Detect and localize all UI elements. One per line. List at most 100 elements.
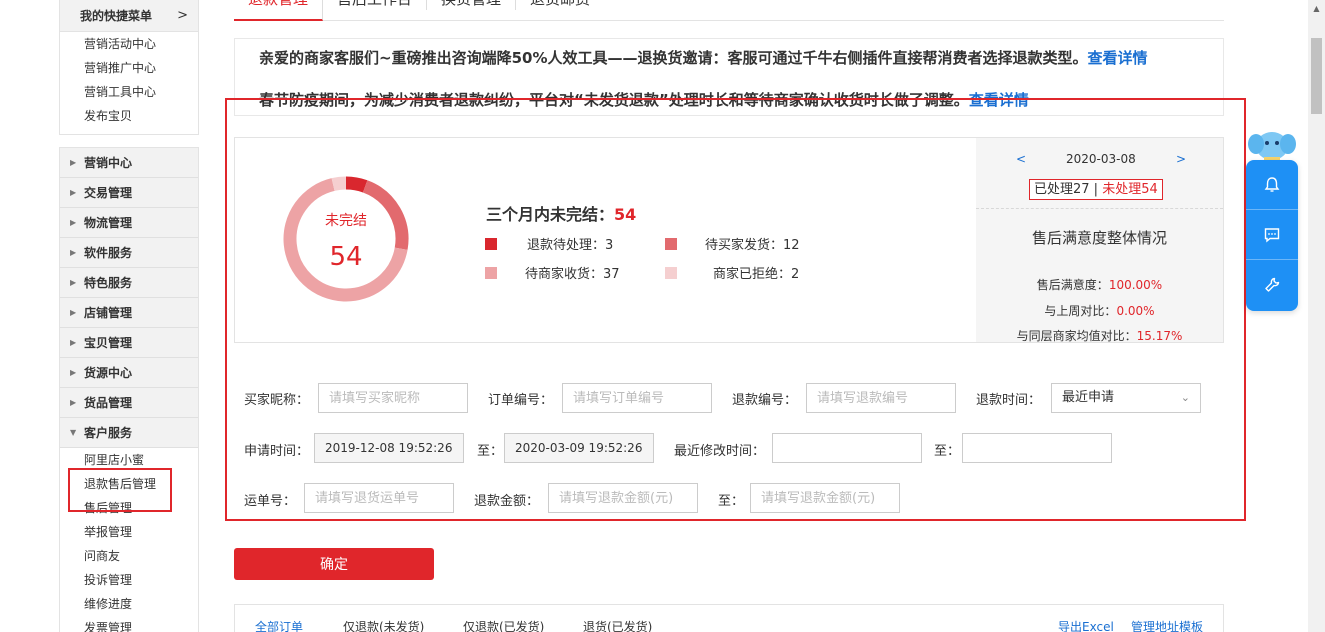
top-tabs: 退款管理 售后工作台 换货管理 退货邮费 [234, 0, 1224, 21]
caret-right-icon: ▶ [70, 248, 77, 257]
legend-label: 待买家发货：12 [705, 238, 800, 253]
tab-exchange-management[interactable]: 换货管理 [427, 0, 517, 10]
sat-row-week-compare: 与上周对比：0.00% [976, 302, 1223, 319]
notice-box: 亲爱的商家客服们~重磅推出咨询端降50%人效工具——退换货邀请：客服可通过千牛右… [234, 38, 1224, 116]
apply-time-to-input[interactable] [504, 433, 654, 463]
apply-time-from-input[interactable] [314, 433, 464, 463]
legend-label: 商家已拒绝：2 [713, 267, 800, 282]
date-prev-button[interactable]: < [1016, 152, 1026, 166]
order-filter-tabs: 全部订单 仅退款(未发货) 仅退款(已发货) 退货(已发货) 导出Excel 管… [234, 604, 1224, 632]
tab-all-orders[interactable]: 全部订单 [255, 618, 303, 632]
quick-item-publish-item[interactable]: 发布宝贝 [60, 104, 198, 128]
export-excel-link[interactable]: 导出Excel [1058, 618, 1114, 632]
refund-no-label: 退款编号： [732, 393, 798, 408]
sidebar-category-sourcing[interactable]: ▶ 货源中心 [60, 358, 198, 388]
caret-right-icon: ▶ [70, 158, 77, 167]
legend-awaiting-buyer-ship[interactable]: 待买家发货：12 [665, 234, 800, 253]
waybill-label: 运单号： [244, 494, 297, 509]
elephant-mascot-icon[interactable] [1246, 124, 1298, 164]
sidebar-item-complaints[interactable]: 投诉管理 [60, 568, 198, 592]
sidebar-category-marketing[interactable]: ▶ 营销中心 [60, 148, 198, 178]
page-scrollbar[interactable]: ▲ [1308, 0, 1325, 632]
category-label: 客户服务 [84, 426, 133, 440]
legend-awaiting-seller-receive[interactable]: 待商家收货：37 [485, 263, 620, 282]
sidebar-highlight-box [68, 468, 172, 512]
order-no-input[interactable] [562, 383, 712, 413]
legend-swatch [665, 237, 677, 250]
tab-refund-shipped[interactable]: 仅退款(已发货) [463, 618, 544, 632]
sidebar-category-goods[interactable]: ▶ 货品管理 [60, 388, 198, 418]
category-label: 软件服务 [84, 246, 133, 260]
sidebar-category-featured[interactable]: ▶ 特色服务 [60, 268, 198, 298]
quick-menu-title: 我的快捷菜单 [80, 9, 153, 23]
apply-time-label: 申请时间： [244, 444, 310, 459]
tab-refund-management[interactable]: 退款管理 [234, 0, 324, 21]
refund-amount-to-input[interactable] [750, 483, 900, 513]
notice-2-link[interactable]: 查看详情 [969, 91, 1029, 109]
refund-no-input[interactable] [806, 383, 956, 413]
tools-button[interactable] [1246, 260, 1298, 310]
sidebar-category-items[interactable]: ▶ 宝贝管理 [60, 328, 198, 358]
confirm-button[interactable]: 确定 [234, 548, 434, 580]
sat-row-peer-compare: 与同层商家均值对比：15.17% [976, 327, 1223, 344]
category-label: 物流管理 [84, 216, 133, 230]
bell-icon [1264, 176, 1280, 192]
sidebar-item-invoices[interactable]: 发票管理 [60, 616, 198, 632]
legend-label: 退款待处理：3 [527, 238, 614, 253]
legend-swatch [665, 266, 677, 279]
buyer-nick-label: 买家昵称： [244, 393, 310, 408]
caret-right-icon: ▶ [70, 188, 77, 197]
sidebar-item-repair-progress[interactable]: 维修进度 [60, 592, 198, 616]
category-label: 货品管理 [84, 396, 133, 410]
order-no-label: 订单编号： [488, 393, 554, 408]
sidebar-category-logistics[interactable]: ▶ 物流管理 [60, 208, 198, 238]
date-navigator: < 2020-03-08 > [976, 152, 1223, 168]
sidebar-category-software[interactable]: ▶ 软件服务 [60, 238, 198, 268]
refund-amount-to-label: 至： [718, 494, 745, 509]
address-template-link[interactable]: 管理地址模板 [1131, 618, 1203, 632]
sidebar-menu: ▶ 营销中心 ▶ 交易管理 ▶ 物流管理 ▶ 软件服务 ▶ 特色服务 ▶ 店铺管理 ▶ 宝贝管… [59, 147, 199, 632]
tab-aftersales-workbench[interactable]: 售后工作台 [323, 0, 428, 10]
legend-seller-rejected[interactable]: 商家已拒绝：2 [665, 263, 799, 282]
scroll-thumb[interactable] [1311, 38, 1322, 114]
scroll-up-arrow-icon[interactable]: ▲ [1308, 0, 1325, 17]
caret-right-icon: ▶ [70, 308, 77, 317]
unprocessed-count[interactable]: 未处理54 [1102, 182, 1158, 197]
refund-time-label: 退款时间： [976, 393, 1042, 408]
stats-panel: 未完结 54 三个月内未完结：54 退款待处理：3 待买家发货：12 待商家收货… [234, 137, 1224, 343]
quick-item-marketing-promotion[interactable]: 营销推广中心 [60, 56, 198, 80]
refund-amount-label: 退款金额： [474, 494, 540, 509]
category-label: 特色服务 [84, 276, 133, 290]
quick-item-marketing-activity[interactable]: 营销活动中心 [60, 32, 198, 56]
count-separator: | [1089, 182, 1103, 197]
modify-time-from-input[interactable] [772, 433, 922, 463]
sidebar-item-ask-peers[interactable]: 问商友 [60, 544, 198, 568]
tab-return-shipped[interactable]: 退货(已发货) [583, 618, 652, 632]
sat-value: 15.17% [1136, 329, 1183, 343]
sidebar-category-customer-service[interactable]: ▼ 客户服务 [60, 418, 198, 448]
tab-return-postage[interactable]: 退货邮费 [516, 0, 604, 10]
notification-button[interactable] [1246, 160, 1298, 210]
date-next-button[interactable]: > [1176, 152, 1186, 166]
waybill-input[interactable] [304, 483, 454, 513]
refund-time-select[interactable]: 最近申请 ⌄ [1051, 383, 1201, 413]
quick-menu-header[interactable]: 我的快捷菜单 > [60, 0, 198, 32]
buyer-nick-input[interactable] [318, 383, 468, 413]
tab-refund-unshipped[interactable]: 仅退款(未发货) [343, 618, 424, 632]
sat-label: 与同层商家均值对比： [1016, 329, 1137, 343]
processed-count[interactable]: 已处理27 [1034, 182, 1090, 197]
quick-item-marketing-tools[interactable]: 营销工具中心 [60, 80, 198, 104]
sidebar-category-shop[interactable]: ▶ 店铺管理 [60, 298, 198, 328]
sidebar-category-trade[interactable]: ▶ 交易管理 [60, 178, 198, 208]
sidebar-item-reports[interactable]: 举报管理 [60, 520, 198, 544]
apply-time-to-label: 至： [477, 444, 504, 459]
legend-refund-pending[interactable]: 退款待处理：3 [485, 234, 613, 253]
refund-amount-from-input[interactable] [548, 483, 698, 513]
notice-1-link[interactable]: 查看详情 [1087, 49, 1147, 67]
unfinished-summary-label: 三个月内未完结： [486, 205, 615, 224]
donut-segment-refund-pending [345, 176, 368, 193]
donut-value: 54 [329, 242, 363, 272]
sat-label: 售后满意度： [1036, 278, 1109, 292]
message-button[interactable] [1246, 210, 1298, 260]
modify-time-to-input[interactable] [962, 433, 1112, 463]
